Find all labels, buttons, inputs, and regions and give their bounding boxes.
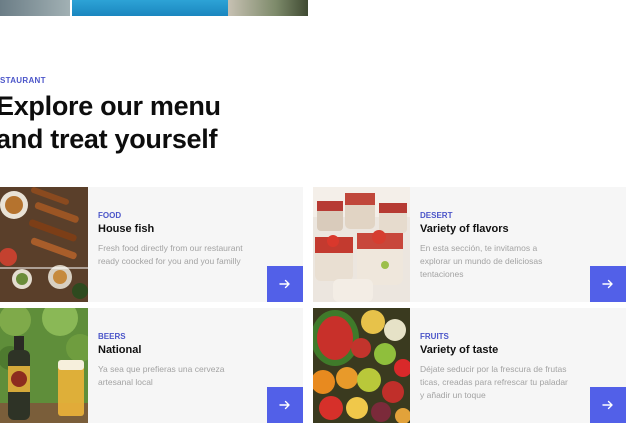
card-arrow-button[interactable]	[267, 387, 303, 423]
card-arrow-button[interactable]	[267, 266, 303, 302]
arrow-right-icon	[279, 279, 290, 289]
arrow-right-icon	[602, 400, 613, 410]
banner-image-strip	[0, 0, 308, 16]
card-arrow-button[interactable]	[590, 387, 626, 423]
desert-image	[313, 187, 410, 302]
card-title[interactable]: National	[98, 344, 141, 356]
card-description: Ya sea que prefieras una cerveza artesan…	[98, 364, 225, 387]
food-image	[0, 187, 88, 302]
card-category: FRUITS	[420, 332, 449, 341]
beers-image	[0, 308, 88, 423]
card-title[interactable]: Variety of taste	[420, 344, 498, 356]
arrow-right-icon	[602, 279, 613, 289]
card-title[interactable]: House fish	[98, 223, 154, 235]
card-arrow-button[interactable]	[590, 266, 626, 302]
menu-card-fruits[interactable]: FRUITS Variety of taste Déjate seducir p…	[313, 308, 626, 423]
menu-card-beers[interactable]: BEERS National Ya sea que prefieras una …	[0, 308, 303, 423]
card-category: BEERS	[98, 332, 126, 341]
menu-card-desert[interactable]: DESERT Variety of flavors En esta secció…	[313, 187, 626, 302]
heading-line-1: Explore our menu	[0, 91, 221, 121]
heading-line-2: and treat yourself	[0, 124, 218, 154]
card-description: Déjate seducir por la frescura de frutas…	[420, 364, 568, 400]
card-category: DESERT	[420, 211, 453, 220]
card-description: Fresh food directly from our restaurant …	[98, 243, 243, 266]
card-title[interactable]: Variety of flavors	[420, 223, 509, 235]
card-category: FOOD	[98, 211, 122, 220]
section-heading: Explore our menu and treat yourself	[0, 90, 221, 156]
section-eyebrow: STAURANT	[0, 76, 46, 85]
arrow-right-icon	[279, 400, 290, 410]
fruits-image	[313, 308, 410, 423]
menu-card-food[interactable]: FOOD House fish Fresh food directly from…	[0, 187, 303, 302]
card-description: En esta sección, te invitamos a explorar…	[420, 243, 543, 279]
